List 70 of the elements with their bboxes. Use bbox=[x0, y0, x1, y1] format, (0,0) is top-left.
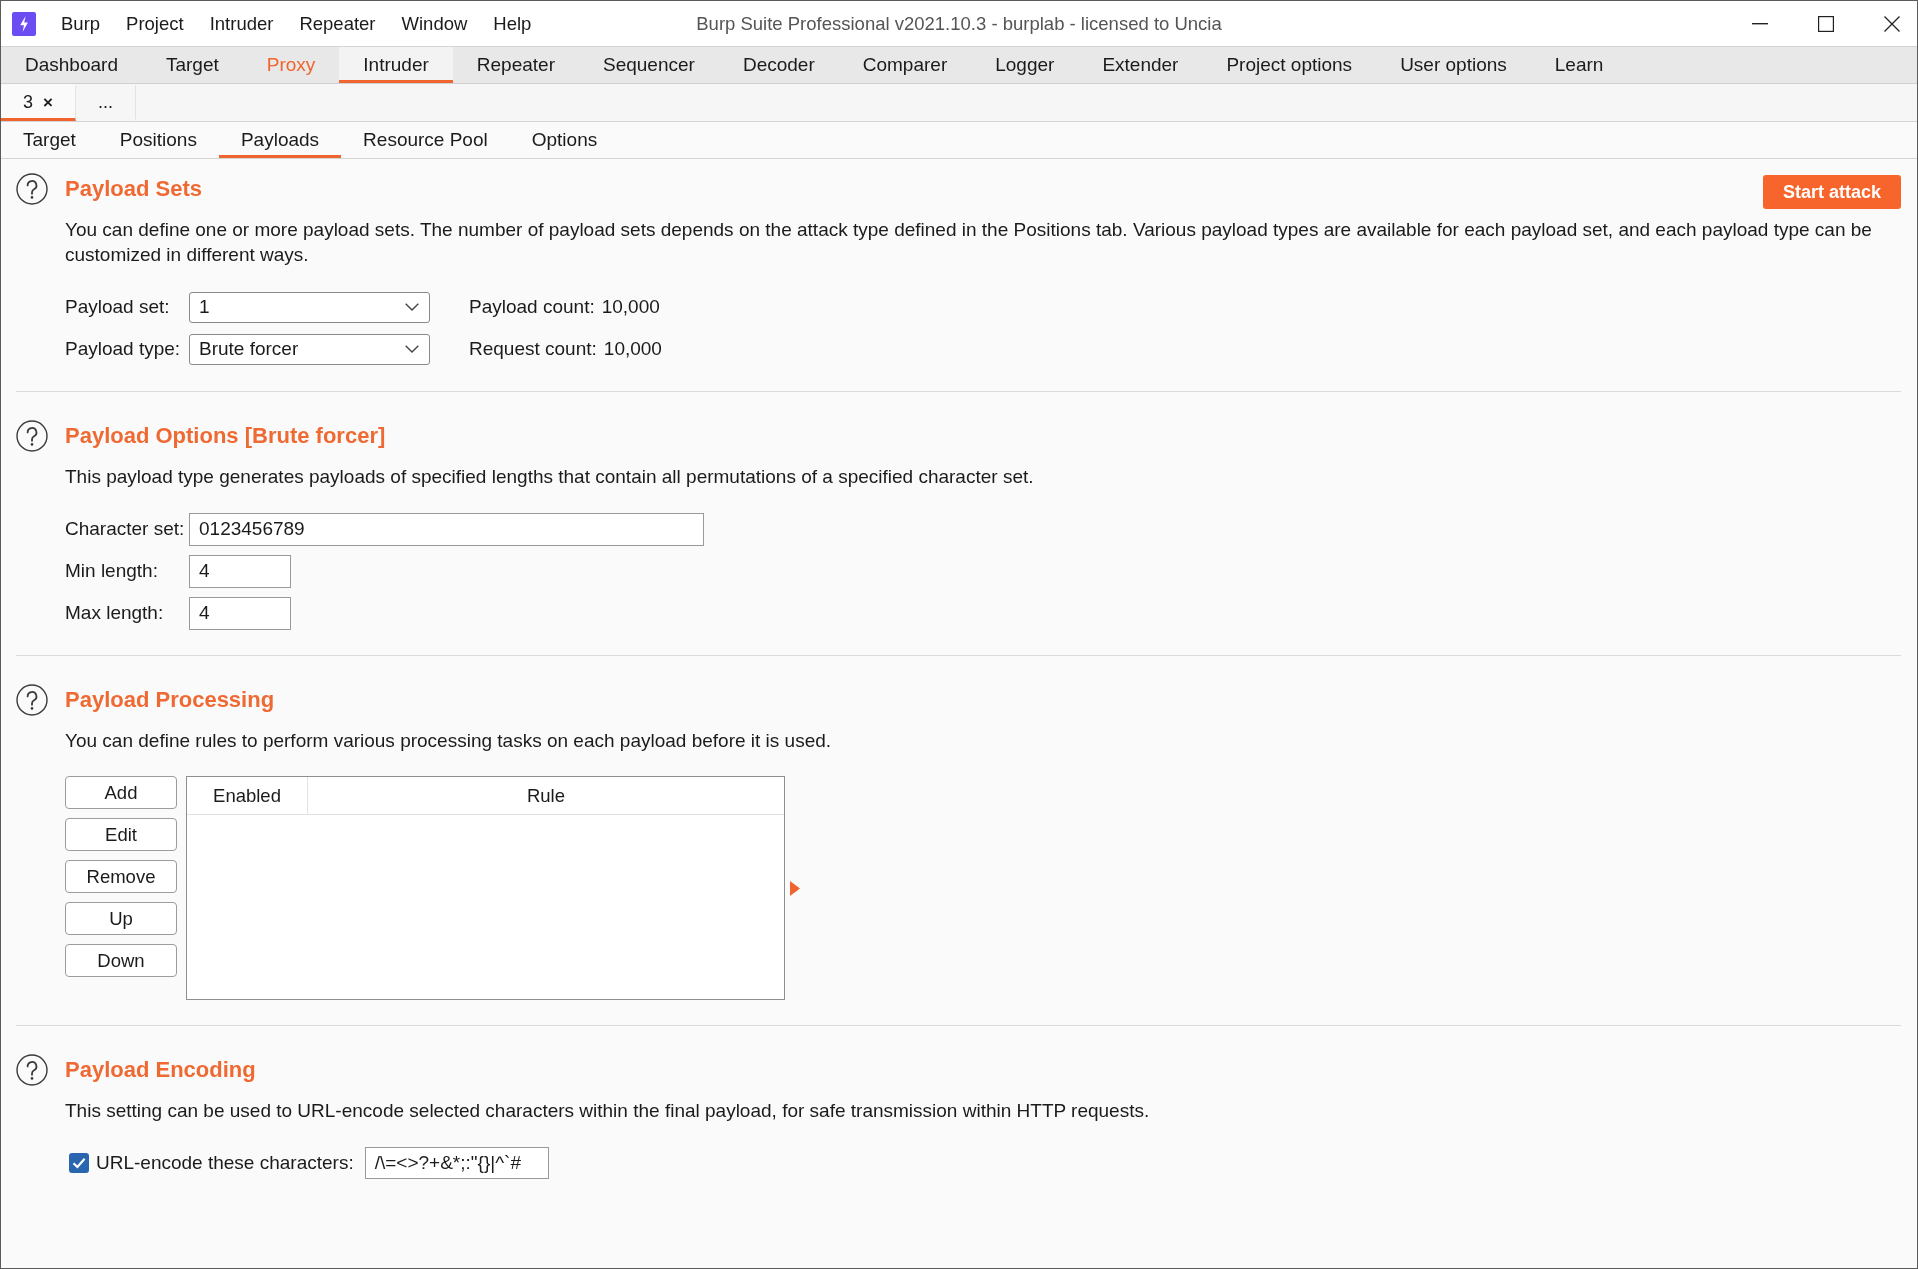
rule-button[interactable]: Edit bbox=[65, 818, 177, 851]
checkbox-label: URL-encode these characters: bbox=[96, 1152, 354, 1174]
window-title: Burp Suite Professional v2021.10.3 - burplab - licensed to Uncia bbox=[696, 12, 1222, 35]
column-header[interactable]: Rule bbox=[308, 777, 784, 814]
menu-item[interactable]: Repeater bbox=[286, 12, 389, 35]
main-tab[interactable]: Extender bbox=[1078, 47, 1203, 83]
field-label: Payload set: bbox=[65, 296, 171, 318]
input-field[interactable]: 4 bbox=[189, 596, 291, 630]
section-heading: Payload Processing bbox=[65, 687, 275, 713]
section-description: This payload type generates payloads of specified lengths that contain all permutations of a specified character set. bbox=[65, 465, 1035, 489]
section-description: This setting can be used to URL-encode selected characters within the final payload, for safe transmission within HTTP requests. bbox=[65, 1099, 1151, 1123]
sub-tab[interactable]: Options bbox=[509, 122, 620, 158]
main-tab[interactable]: Dashboard bbox=[1, 47, 142, 83]
menu-item[interactable]: Intruder bbox=[196, 12, 287, 35]
count-label: Payload count: bbox=[469, 296, 595, 318]
input-field[interactable]: 4 bbox=[189, 554, 291, 588]
help-icon[interactable] bbox=[16, 420, 48, 452]
menu-item[interactable]: Window bbox=[388, 12, 481, 35]
attack-tab[interactable]: ... bbox=[75, 84, 136, 121]
help-icon[interactable] bbox=[16, 1054, 48, 1086]
input-field[interactable]: /\=<>?+&*;:"{}|^`# bbox=[364, 1147, 549, 1179]
menu-item[interactable]: Help bbox=[480, 12, 545, 35]
field-label: Min length: bbox=[65, 560, 159, 582]
count-label: Request count: bbox=[469, 338, 597, 360]
sub-tab[interactable]: Target bbox=[1, 122, 98, 158]
main-tab[interactable]: Intruder bbox=[339, 47, 453, 83]
checkbox[interactable] bbox=[69, 1153, 89, 1173]
input-field[interactable]: 0123456789 bbox=[189, 512, 704, 546]
dropdown[interactable]: 1 bbox=[189, 291, 430, 323]
triangle-arrow-icon[interactable] bbox=[790, 880, 800, 896]
section-description: You can define rules to perform various processing tasks on each payload before it is used. bbox=[65, 729, 833, 753]
field-label: Max length: bbox=[65, 602, 165, 624]
tab-close-button[interactable]: × bbox=[43, 92, 53, 113]
count-value: 10,000 bbox=[601, 296, 660, 318]
rule-button[interactable]: Up bbox=[65, 902, 177, 935]
main-tab[interactable]: Logger bbox=[971, 47, 1079, 83]
section-description: You can define one or more payload sets. The number of payload sets depends on the attack type defined in the Positions tab. Various payload types are available for each payload set, and each payload type can be customized in different ways. bbox=[65, 218, 1873, 267]
field-label: Character set: bbox=[65, 518, 186, 540]
column-header[interactable]: Enabled bbox=[187, 777, 308, 814]
main-tab[interactable]: Repeater bbox=[452, 47, 579, 83]
field-label: Payload type: bbox=[65, 338, 182, 360]
sub-tab[interactable]: Payloads bbox=[218, 122, 342, 158]
maximize-icon[interactable] bbox=[1818, 15, 1834, 32]
menu-item[interactable]: Project bbox=[113, 12, 197, 35]
main-tab[interactable]: Target bbox=[141, 47, 243, 83]
dropdown[interactable]: Brute forcer bbox=[189, 333, 430, 365]
main-tab[interactable]: Project options bbox=[1202, 47, 1377, 83]
main-tab[interactable]: Sequencer bbox=[579, 47, 719, 83]
section-heading: Payload Encoding bbox=[65, 1057, 256, 1083]
lightning-logo-icon bbox=[12, 11, 36, 36]
main-tab[interactable]: User options bbox=[1376, 47, 1531, 83]
sub-tab[interactable]: Resource Pool bbox=[341, 122, 510, 158]
chevron-down-icon bbox=[405, 303, 419, 311]
main-tab[interactable]: Comparer bbox=[838, 47, 972, 83]
count-value: 10,000 bbox=[603, 338, 662, 360]
help-icon[interactable] bbox=[16, 684, 48, 716]
main-tab[interactable]: Learn bbox=[1530, 47, 1628, 83]
rule-button[interactable]: Add bbox=[65, 776, 177, 809]
rule-button[interactable]: Down bbox=[65, 944, 177, 977]
sub-tab[interactable]: Positions bbox=[97, 122, 219, 158]
attack-tab[interactable]: 3 × bbox=[1, 84, 76, 121]
close-icon[interactable] bbox=[1884, 15, 1900, 32]
chevron-down-icon bbox=[405, 345, 419, 353]
main-tab[interactable]: Decoder bbox=[718, 47, 839, 83]
minimize-icon[interactable] bbox=[1752, 22, 1768, 25]
section-heading: Payload Options [Brute forcer] bbox=[65, 423, 386, 449]
menu-item[interactable]: Burp bbox=[48, 12, 114, 35]
section-heading: Payload Sets bbox=[65, 176, 202, 202]
rule-button[interactable]: Remove bbox=[65, 860, 177, 893]
help-icon[interactable] bbox=[16, 173, 48, 205]
